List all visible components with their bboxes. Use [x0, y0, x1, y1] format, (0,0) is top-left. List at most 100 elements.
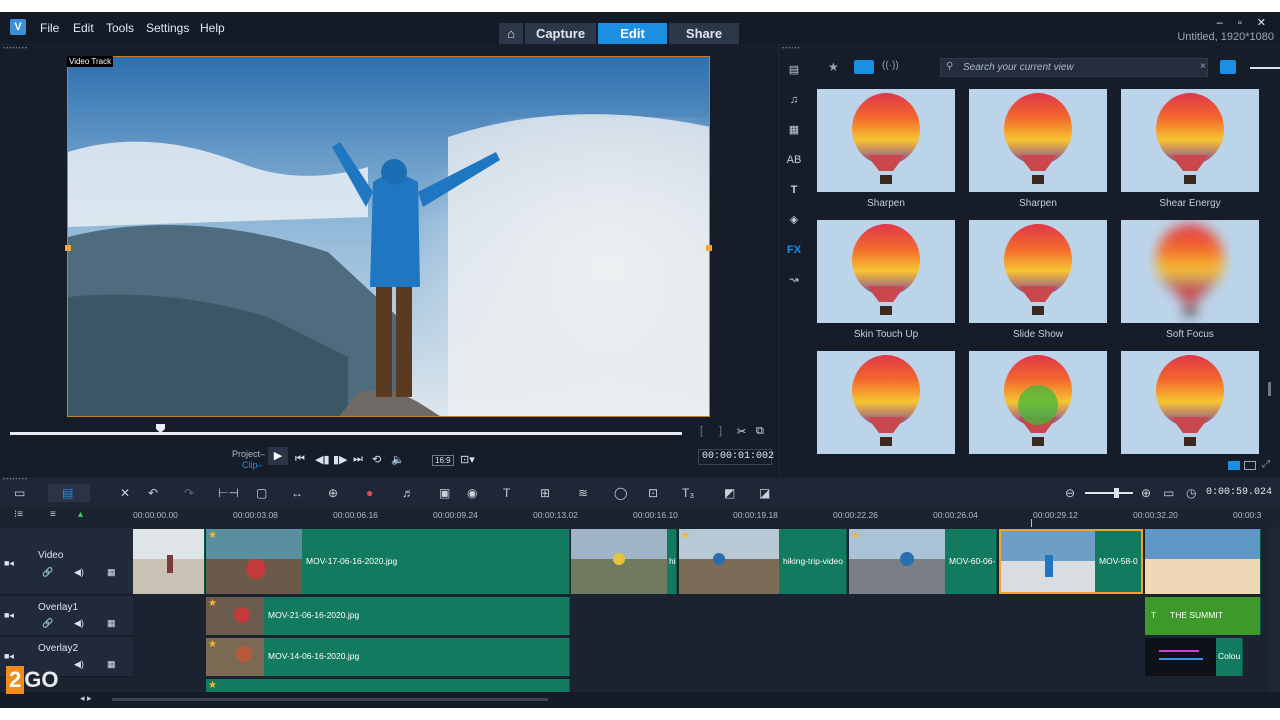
project-mode[interactable]: Project — [232, 449, 260, 459]
zoom-out-icon[interactable]: ⊖ — [1065, 486, 1075, 500]
transition-tool-icon[interactable]: ◪ — [759, 486, 770, 500]
view-toggle-icon[interactable] — [1220, 60, 1236, 74]
tab-home[interactable]: ⌂ — [499, 23, 523, 44]
track-grid-icon[interactable]: ▦ — [107, 567, 116, 578]
audio-icon[interactable]: ♫ — [784, 90, 804, 110]
path-icon[interactable]: ↝ — [784, 270, 804, 290]
menu-file[interactable]: File — [40, 21, 59, 35]
audio-mix-icon[interactable]: ♬ — [402, 486, 414, 500]
timeline-scrollbar[interactable]: ◂ ▸ — [0, 692, 1280, 708]
track-volume-icon-overlay2[interactable]: ◀) — [74, 659, 84, 670]
timeline-grip[interactable]: •••••••• — [3, 477, 28, 483]
mask-icon[interactable]: ◯ — [614, 486, 627, 500]
timeline-vscroll[interactable] — [1269, 527, 1280, 692]
scroll-left-icon[interactable]: ◂ ▸ — [80, 693, 92, 704]
storyboard-view-icon[interactable]: ▭ — [14, 486, 25, 500]
video-clip[interactable]: ★ MOV-17-06-16-2020.jpg — [206, 529, 570, 594]
mark-out-icon[interactable]: ] — [719, 425, 722, 437]
tab-capture[interactable]: Capture — [525, 23, 596, 44]
go-to-end-icon[interactable]: ⏭ — [353, 453, 363, 466]
title-tool-icon[interactable]: T — [503, 486, 510, 500]
smart-icon[interactable]: ⊡ — [648, 486, 658, 500]
overlay1-clip[interactable]: ★ MOV-21-06-16-2020.jpg — [206, 597, 570, 635]
multi-camera-icon[interactable]: ▣ — [439, 486, 450, 500]
add-track-icon[interactable]: ▴ — [78, 509, 83, 520]
next-frame-icon[interactable]: ▮▶ — [333, 453, 348, 466]
timeline-ruler[interactable]: ⁝≡ ≡ ▴ 00:00:00.00 00:00:03.08 00:00:06.16… — [0, 507, 1280, 527]
color-icon[interactable]: ◉ — [467, 486, 477, 500]
aspect-ratio-button[interactable]: 16:9 — [432, 455, 454, 466]
effect-thumbnail[interactable] — [817, 89, 955, 192]
tab-edit[interactable]: Edit — [598, 23, 667, 44]
effect-thumbnail[interactable] — [1121, 220, 1259, 323]
library-scrollbar[interactable] — [1268, 382, 1271, 396]
title-clip[interactable]: T THE SUMMIT — [1145, 597, 1261, 635]
chapter-icon[interactable]: ≡ — [50, 509, 56, 520]
zoom-slider-knob[interactable] — [1114, 488, 1119, 498]
overlay2-clip[interactable]: ★ MOV-14-06-16-2020.jpg — [206, 638, 570, 676]
resize-handle-right[interactable] — [706, 245, 712, 251]
video-filter-icon[interactable] — [854, 60, 874, 74]
resize-mode-icon[interactable]: ⊡▾ — [460, 453, 475, 466]
effects-tool-icon[interactable]: ◩ — [724, 486, 735, 500]
effect-thumbnail[interactable] — [969, 220, 1107, 323]
timeline-view-button[interactable]: ▤ — [48, 484, 90, 502]
menu-help[interactable]: Help — [200, 21, 225, 35]
play-button[interactable]: ▶ — [268, 447, 288, 465]
video-clip[interactable]: hi — [571, 529, 677, 594]
tools-icon[interactable]: ✕ — [120, 486, 130, 500]
menu-settings[interactable]: Settings — [146, 21, 189, 35]
video-clip[interactable]: ★ MOV-60-06- — [849, 529, 997, 594]
video-track-header[interactable]: ■◂ Video 🔗 ◀) ▦ — [0, 528, 133, 595]
effect-thumbnail[interactable] — [817, 351, 955, 454]
fit-project-icon[interactable]: ▭ — [1163, 486, 1174, 500]
split-screen-icon[interactable]: ⊞ — [540, 486, 550, 500]
video-clip-start[interactable] — [133, 529, 205, 594]
zoom-slider[interactable] — [1085, 492, 1133, 494]
menu-tools[interactable]: Tools — [106, 21, 134, 35]
resize-handle-left[interactable] — [65, 245, 71, 251]
tab-share[interactable]: Share — [669, 23, 739, 44]
effect-thumbnail[interactable] — [969, 351, 1107, 454]
title-icon[interactable]: T — [784, 180, 804, 200]
expand-icon[interactable]: ⤢ — [1262, 459, 1270, 470]
trim-icon[interactable]: ↔ — [291, 486, 303, 500]
volume-icon[interactable]: 🔈 — [391, 453, 405, 466]
audio-filter-icon[interactable]: ((·)) — [882, 60, 899, 71]
split-clip-icon[interactable]: ✂ — [737, 425, 746, 438]
repeat-icon[interactable]: ⟲ — [372, 453, 381, 466]
mark-in-icon[interactable]: [ — [700, 425, 703, 437]
media-icon[interactable]: ▤ — [784, 60, 804, 80]
effect-thumbnail[interactable] — [969, 89, 1107, 192]
crop-icon[interactable]: ▢ — [256, 486, 267, 500]
link-icon[interactable]: 🔗 — [42, 567, 53, 578]
scrubber-track[interactable] — [10, 432, 682, 435]
snapshot-icon[interactable]: ⧉ — [756, 425, 764, 438]
redo-icon[interactable]: ↷ — [184, 486, 194, 500]
favorite-star-icon[interactable]: ★ — [828, 60, 839, 74]
motion-icon[interactable]: ⊕ — [328, 486, 338, 500]
fx-icon[interactable]: FX — [784, 240, 804, 260]
go-to-start-icon[interactable]: ⏮ — [295, 453, 305, 466]
track-grid-icon-overlay1[interactable]: ▦ — [107, 618, 116, 629]
preview-video[interactable] — [67, 56, 710, 417]
timecode-display[interactable]: 00:00:01:002 — [698, 449, 774, 465]
clear-search-icon[interactable]: × — [1200, 61, 1206, 72]
track-volume-icon-overlay1[interactable]: ◀) — [74, 618, 84, 629]
panel-grip[interactable]: •••••••• — [3, 46, 28, 52]
overlay1-track-header[interactable]: ■◂ Overlay1 🔗 ◀) ▦ — [0, 596, 133, 636]
menu-edit[interactable]: Edit — [73, 21, 94, 35]
track-grid-icon-overlay2[interactable]: ▦ — [107, 659, 116, 670]
project-clip-toggle[interactable]: Project– Clip– — [232, 449, 265, 471]
thumbnail-size-slider[interactable] — [1250, 67, 1280, 69]
zoom-in-icon[interactable]: ⊕ — [1141, 486, 1151, 500]
color-clip[interactable]: Colou — [1145, 638, 1243, 676]
graphics-icon[interactable]: ◈ — [784, 210, 804, 230]
undo-icon[interactable]: ↶ — [148, 486, 158, 500]
grid-view-icon[interactable] — [1244, 461, 1256, 470]
3d-title-icon[interactable]: T₃ — [682, 486, 694, 500]
fit-timeline-icon[interactable]: ⊢⊣ — [218, 486, 239, 500]
effect-thumbnail[interactable] — [1121, 351, 1259, 454]
list-view-icon[interactable] — [1228, 461, 1240, 470]
clip-mode[interactable]: Clip — [242, 460, 258, 470]
